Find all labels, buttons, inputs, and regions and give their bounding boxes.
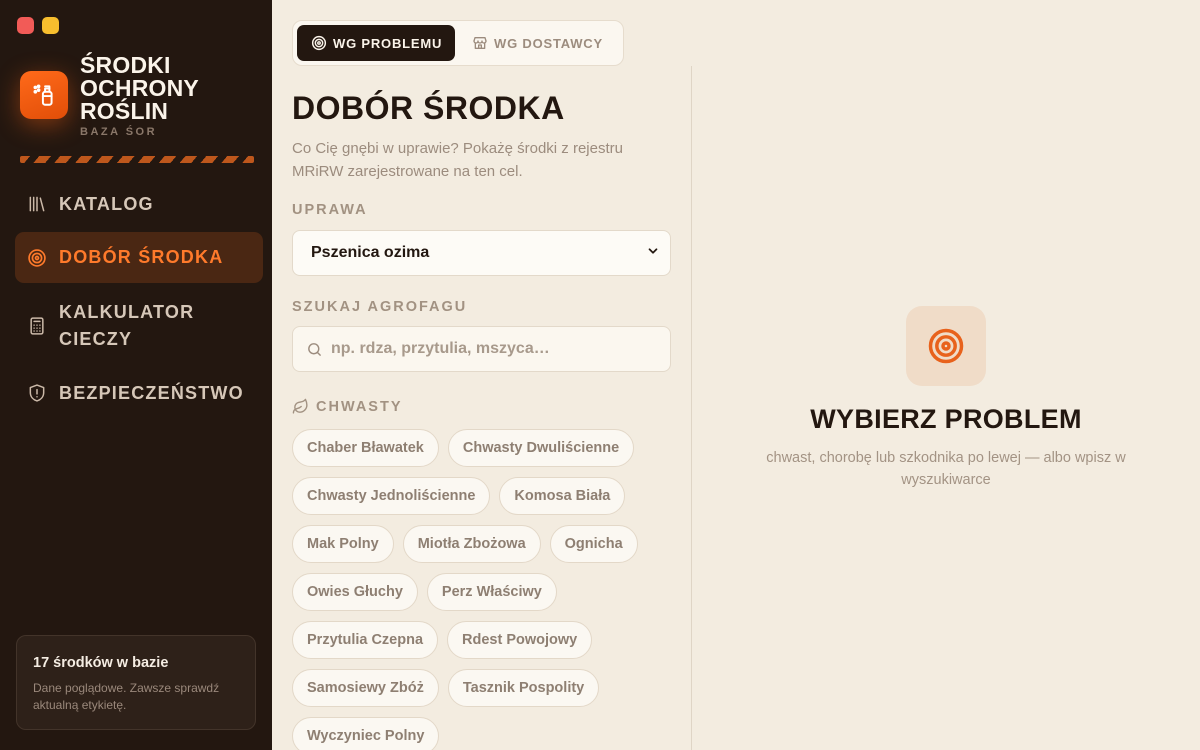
shield-alert-icon [27, 383, 47, 403]
empty-state-text: chwast, chorobę lub szkodnika po lewej —… [766, 450, 1126, 488]
chip-przytulia-czepna[interactable]: Przytulia Czepna [292, 621, 439, 659]
window-close-button[interactable] [17, 17, 34, 34]
chip-perz-wlasciwy[interactable]: Perz Właściwy [426, 573, 557, 611]
chip-wyczyniec-polny[interactable]: Wyczyniec Polny [292, 717, 440, 750]
weed-chip-list: Chaber Bławatek Chwasty Dwuliścienne Chw… [292, 429, 672, 750]
chip-chwasty-jednoliscienne[interactable]: Chwasty Jednoliścienne [292, 477, 491, 515]
tab-label: WG DOSTAWCY [494, 35, 603, 51]
sidebar-item-bezpieczenstwo[interactable]: BEZPIECZEŃSTWO [15, 367, 263, 419]
window-minimize-button[interactable] [42, 17, 59, 34]
chip-miotla-zbozowa[interactable]: Miotła Zbożowa [402, 525, 541, 563]
sidebar-item-kalkulator-cieczy[interactable]: KALKULATOR CIECZY [15, 285, 263, 367]
page-title: DOBÓR ŚRODKA [292, 90, 565, 126]
chip-chaber-blawatek[interactable]: Chaber Bławatek [292, 429, 439, 467]
target-icon [27, 248, 47, 268]
crop-select[interactable]: Pszenica ozima [292, 230, 671, 276]
target-icon [311, 35, 327, 51]
search-box [292, 326, 671, 372]
sidebar-item-katalog[interactable]: KATALOG [15, 178, 263, 230]
database-info-card: 17 środków w bazie Dane poglądowe. Zawsz… [16, 635, 256, 730]
chip-owies-gluchy[interactable]: Owies Głuchy [292, 573, 418, 611]
chevron-down-icon [646, 244, 660, 263]
sidebar-item-label: DOBÓR ŚRODKA [59, 247, 224, 267]
chip-rdest-powojowy[interactable]: Rdest Powojowy [447, 621, 593, 659]
search-label: SZUKAJ AGROFAGU [292, 299, 468, 315]
app-title: ŚRODKI OCHRONY ROŚLIN [80, 52, 199, 124]
sprayer-icon [20, 71, 68, 119]
empty-state-title: WYBIERZ PROBLEM [810, 404, 1082, 434]
info-card-text: Dane poglądowe. Zawsze sprawdź aktualną … [33, 681, 220, 712]
sidebar-item-dobor-srodka[interactable]: DOBÓR ŚRODKA [15, 232, 263, 283]
store-icon [472, 35, 488, 51]
chip-komosa-biala[interactable]: Komosa Biała [499, 477, 626, 515]
sidebar-item-label: KALKULATOR CIECZY [59, 302, 195, 349]
chip-samosiewy-zboz[interactable]: Samosiewy Zbóż [292, 669, 439, 707]
target-icon [906, 306, 986, 386]
hazard-stripe-divider [20, 156, 254, 163]
results-empty-state: WYBIERZ PROBLEM chwast, chorobę lub szko… [692, 306, 1200, 491]
sidebar: ŚRODKI OCHRONY ROŚLIN BAZA ŚOR KATALOG D… [0, 0, 272, 750]
chip-ognicha[interactable]: Ognicha [549, 525, 638, 563]
info-card-title: 17 środków w bazie [33, 655, 169, 671]
category-header-chwasty: CHWASTY [292, 398, 403, 415]
sidebar-item-label: KATALOG [59, 193, 154, 214]
library-icon [27, 194, 47, 214]
chip-mak-polny[interactable]: Mak Polny [292, 525, 394, 563]
leaf-icon [292, 398, 309, 415]
sidebar-item-label: BEZPIECZEŃSTWO [59, 382, 244, 403]
category-label: CHWASTY [316, 398, 403, 415]
crop-label: UPRAWA [292, 202, 368, 218]
calculator-icon [27, 316, 47, 336]
pest-search-input[interactable] [331, 340, 651, 358]
tab-wg-dostawcy[interactable]: WG DOSTAWCY [455, 25, 619, 61]
brand: ŚRODKI OCHRONY ROŚLIN BAZA ŚOR [20, 54, 230, 138]
selection-panel: DOBÓR ŚRODKA Co Cię gnębi w uprawie? Pok… [292, 66, 672, 750]
window-controls [17, 17, 59, 34]
search-icon [306, 340, 324, 358]
tab-wg-problemu[interactable]: WG PROBLEMU [297, 25, 456, 61]
chip-chwasty-dwuliscienne[interactable]: Chwasty Dwuliścienne [447, 429, 635, 467]
tab-label: WG PROBLEMU [333, 35, 443, 51]
app-subtitle: BAZA ŚOR [80, 126, 158, 138]
mode-switch: WG PROBLEMU WG DOSTAWCY [292, 20, 624, 66]
crop-select-value: Pszenica ozima [311, 244, 430, 261]
page-description: Co Cię gnębi w uprawie? Pokażę środki z … [292, 140, 623, 180]
sidebar-nav: KATALOG DOBÓR ŚRODKA KALKULATOR CIECZY B… [15, 178, 263, 419]
chip-tasznik-pospolity[interactable]: Tasznik Pospolity [447, 669, 600, 707]
